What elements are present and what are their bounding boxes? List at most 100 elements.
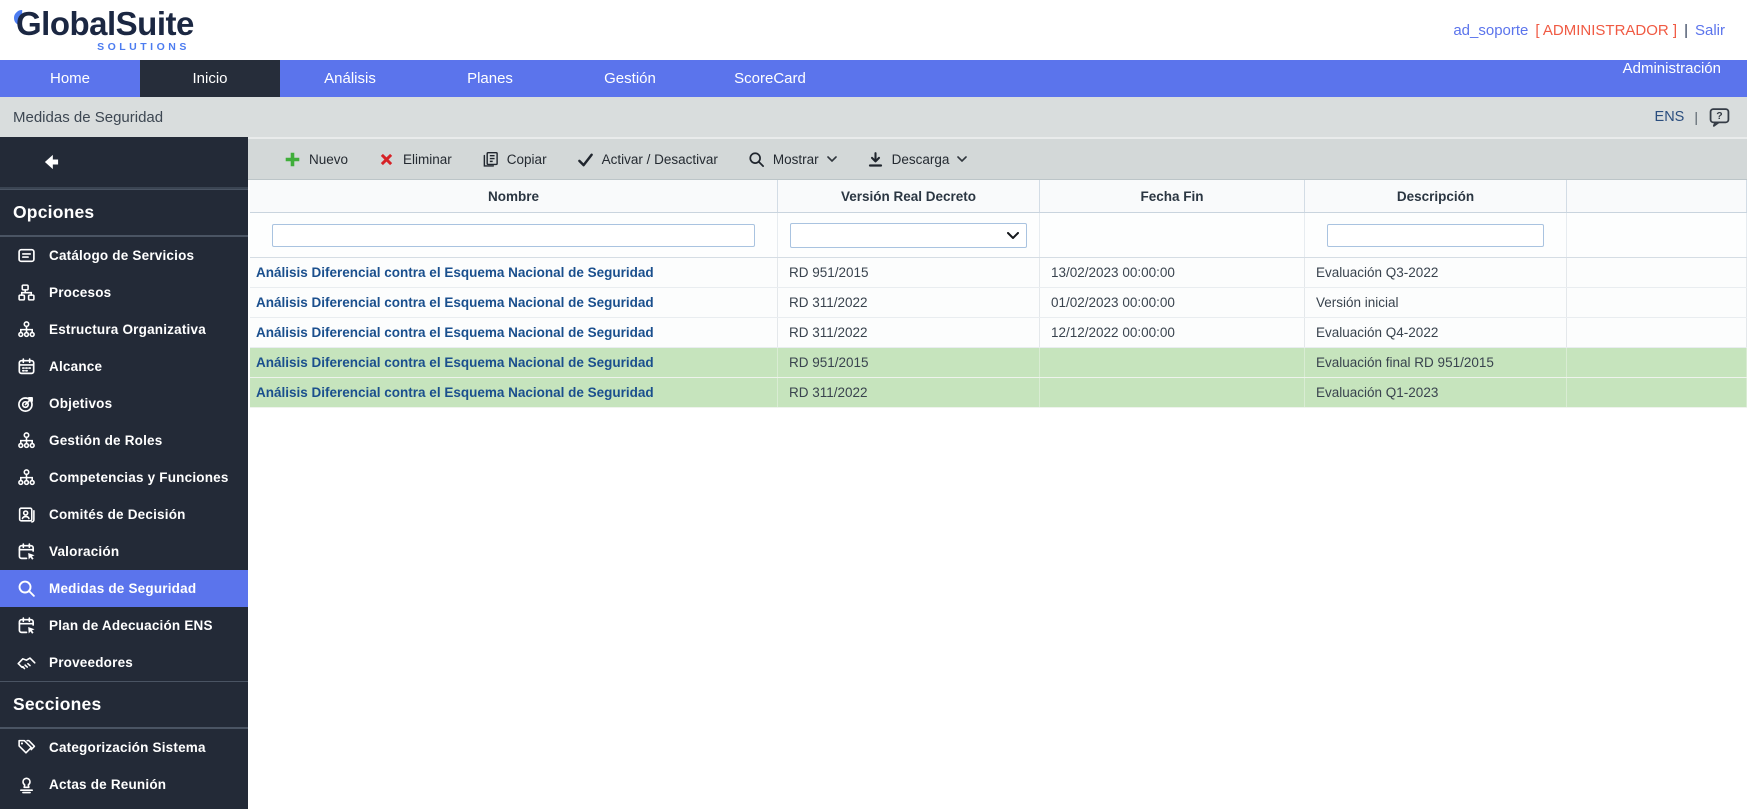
cell-description: Evaluación final RD 951/2015 (1305, 348, 1567, 377)
caret-down-icon (957, 156, 967, 162)
cell-version: RD 311/2022 (778, 288, 1040, 317)
toolbar: Nuevo Eliminar Copiar Activar / Desactivar M… (248, 137, 1747, 180)
nav-tab-administracion[interactable]: Administración (1597, 60, 1747, 77)
sidebar-item-alcance[interactable]: Alcance (0, 348, 248, 385)
search-dark-icon (748, 151, 765, 168)
eliminar-button[interactable]: Eliminar (378, 151, 452, 168)
sidebar-item-comites-de-decision[interactable]: Comités de Decisión (0, 496, 248, 533)
logo-subtext: SOLUTIONS (97, 42, 190, 53)
user-area: ad_soporte [ ADMINISTRADOR ] | Salir (1453, 22, 1731, 39)
activar-desactivar-button[interactable]: Activar / Desactivar (577, 151, 718, 168)
toolbar-button-label: Descarga (892, 152, 950, 167)
grid-body: Análisis Diferencial contra el Esquema N… (250, 258, 1747, 408)
nuevo-button[interactable]: Nuevo (284, 151, 348, 168)
cell-end_date (1040, 378, 1305, 407)
filter-select-version-real-decreto[interactable] (790, 223, 1027, 248)
cell-end_date: 01/02/2023 00:00:00 (1040, 288, 1305, 317)
column-header-filler (1567, 180, 1747, 212)
sidebar-item-actas-de-reunion[interactable]: Actas de Reunión (0, 766, 248, 803)
cell-name[interactable]: Análisis Diferencial contra el Esquema N… (250, 288, 778, 317)
sidebar-item-label: Catálogo de Servicios (49, 248, 194, 263)
cell-name[interactable]: Análisis Diferencial contra el Esquema N… (250, 318, 778, 347)
breadcrumb-right: ENS | ? (1655, 107, 1731, 128)
column-header-fecha-fin[interactable]: Fecha Fin (1040, 180, 1305, 212)
nav-tabs: HomeInicioAnálisisPlanesGestiónScoreCard (0, 60, 840, 97)
sidebar-item-label: Objetivos (49, 396, 112, 411)
cell-filler (1567, 288, 1747, 317)
sidebar-item-procesos[interactable]: Procesos (0, 274, 248, 311)
cell-description: Evaluación Q4-2022 (1305, 318, 1567, 347)
cell-version: RD 951/2015 (778, 348, 1040, 377)
nav-tab-planes[interactable]: Planes (420, 60, 560, 97)
column-header-version-real-decreto[interactable]: Versión Real Decreto (778, 180, 1040, 212)
sidebar-item-objetivos[interactable]: Objetivos (0, 385, 248, 422)
toolbar-button-label: Activar / Desactivar (602, 152, 718, 167)
calendar-cursor-icon (15, 616, 37, 635)
nav-tab-scorecard[interactable]: ScoreCard (700, 60, 840, 97)
sidebar-item-label: Alcance (49, 359, 102, 374)
nav-tab-analisis[interactable]: Análisis (280, 60, 420, 97)
sidebar-item-medidas-de-seguridad[interactable]: Medidas de Seguridad (0, 570, 248, 607)
cell-version: RD 311/2022 (778, 378, 1040, 407)
toolbar-button-label: Eliminar (403, 152, 452, 167)
descarga-button[interactable]: Descarga (867, 151, 968, 168)
column-header-descripcion[interactable]: Descripción (1305, 180, 1567, 212)
sidebar-item-proveedores[interactable]: Proveedores (0, 644, 248, 681)
sidebar-item-valoracion[interactable]: Valoración (0, 533, 248, 570)
sidebar-item-label: Procesos (49, 285, 111, 300)
cell-end_date (1040, 348, 1305, 377)
table-row[interactable]: Análisis Diferencial contra el Esquema N… (250, 288, 1747, 318)
filter-cell-descripcion (1305, 213, 1567, 257)
main-panel: Nuevo Eliminar Copiar Activar / Desactivar M… (248, 137, 1747, 809)
logo-text: GlobalSuite (16, 7, 194, 40)
nav-right: Administración (1597, 60, 1747, 97)
nav-tab-inicio[interactable]: Inicio (140, 60, 280, 97)
sidebar-item-label: Proveedores (49, 655, 133, 670)
sidebar-section-secciones: Secciones (0, 681, 248, 729)
mostrar-button[interactable]: Mostrar (748, 151, 837, 168)
toolbar-button-label: Nuevo (309, 152, 348, 167)
sidebar-item-catalogo-de-servicios[interactable]: Catálogo de Servicios (0, 237, 248, 274)
sidebar-item-plan-de-adecuacion-ens[interactable]: Plan de Adecuación ENS (0, 607, 248, 644)
sidebar-item-categorizacion-sistema[interactable]: Categorización Sistema (0, 729, 248, 766)
column-header-nombre[interactable]: Nombre (250, 180, 778, 212)
back-button[interactable] (0, 137, 248, 189)
sidebar-item-gestion-de-roles[interactable]: Gestión de Roles (0, 422, 248, 459)
sidebar-item-estructura-organizativa[interactable]: Estructura Organizativa (0, 311, 248, 348)
filter-cell-fecha-fin (1040, 213, 1305, 257)
nav-tab-gestion[interactable]: Gestión (560, 60, 700, 97)
cell-filler (1567, 348, 1747, 377)
sidebar: OpcionesCatálogo de ServiciosProcesosEst… (0, 137, 248, 809)
logo[interactable]: GlobalSuite SOLUTIONS (16, 7, 194, 53)
table-row[interactable]: Análisis Diferencial contra el Esquema N… (250, 348, 1747, 378)
filter-cell-version-real-decreto (778, 213, 1040, 257)
sidebar-item-label: Gestión de Roles (49, 433, 162, 448)
cell-name[interactable]: Análisis Diferencial contra el Esquema N… (250, 348, 778, 377)
cell-name[interactable]: Análisis Diferencial contra el Esquema N… (250, 378, 778, 407)
filter-cell-filler (1567, 213, 1747, 257)
table-row[interactable]: Análisis Diferencial contra el Esquema N… (250, 258, 1747, 288)
ens-link[interactable]: ENS (1655, 109, 1685, 125)
processes-icon (15, 283, 37, 302)
table-row[interactable]: Análisis Diferencial contra el Esquema N… (250, 318, 1747, 348)
help-icon[interactable]: ? (1708, 107, 1731, 128)
copiar-button[interactable]: Copiar (482, 151, 547, 168)
nav-tab-home[interactable]: Home (0, 60, 140, 97)
sidebar-item-competencias-y-funciones[interactable]: Competencias y Funciones (0, 459, 248, 496)
main-nav: HomeInicioAnálisisPlanesGestiónScoreCard… (0, 60, 1747, 97)
filter-cell-nombre (250, 213, 778, 257)
select-chevron-icon (1007, 232, 1019, 239)
filter-input-descripcion[interactable] (1327, 224, 1544, 247)
org-tree-icon (15, 431, 37, 450)
table-row[interactable]: Análisis Diferencial contra el Esquema N… (250, 378, 1747, 408)
user-role-badge: [ ADMINISTRADOR ] (1535, 22, 1677, 39)
target-icon (15, 394, 37, 413)
sidebar-item-label: Categorización Sistema (49, 740, 206, 755)
caret-down-icon (827, 156, 837, 162)
filter-input-nombre[interactable] (272, 224, 755, 247)
cell-name[interactable]: Análisis Diferencial contra el Esquema N… (250, 258, 778, 287)
cell-description: Versión inicial (1305, 288, 1567, 317)
page-title: Medidas de Seguridad (13, 109, 163, 126)
username-link[interactable]: ad_soporte (1453, 22, 1528, 39)
logout-link[interactable]: Salir (1695, 22, 1725, 39)
